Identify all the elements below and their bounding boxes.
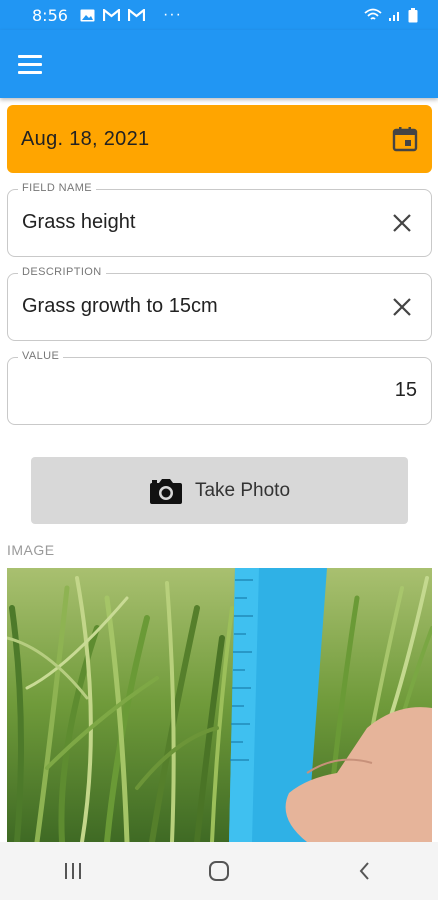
system-navigation-bar <box>0 842 438 900</box>
date-picker-field[interactable]: Aug. 18, 2021 <box>7 105 432 173</box>
app-bar <box>0 30 438 98</box>
more-notifications-icon: ··· <box>162 6 182 23</box>
description-label: DESCRIPTION <box>18 266 106 278</box>
back-icon[interactable] <box>335 851 395 891</box>
take-photo-button[interactable]: Take Photo <box>31 457 408 524</box>
status-time: 8:56 <box>32 5 68 25</box>
status-bar: 8:56 ··· <box>0 0 438 30</box>
wifi-icon <box>364 8 382 20</box>
description-value[interactable]: Grass growth to 15cm <box>22 295 218 318</box>
status-notification-icons: ··· <box>80 6 182 24</box>
clear-icon[interactable] <box>391 296 413 318</box>
date-value: Aug. 18, 2021 <box>21 127 150 150</box>
value-value[interactable]: 15 <box>395 379 417 402</box>
image-section-heading: IMAGE <box>7 542 55 558</box>
field-name-input[interactable]: FIELD NAME Grass height <box>7 182 432 257</box>
signal-icon <box>389 12 399 21</box>
recent-apps-icon[interactable] <box>43 851 103 891</box>
clear-icon[interactable] <box>391 212 413 234</box>
take-photo-label: Take Photo <box>194 479 291 501</box>
value-input[interactable]: VALUE 15 <box>7 350 432 425</box>
gallery-icon <box>80 9 95 21</box>
description-input[interactable]: DESCRIPTION Grass growth to 15cm <box>7 266 432 341</box>
grass-measurement-photo <box>7 568 432 842</box>
gmail-icon <box>102 8 120 21</box>
home-icon[interactable] <box>189 851 249 891</box>
field-name-label: FIELD NAME <box>18 182 97 194</box>
calendar-icon[interactable] <box>392 126 418 152</box>
value-label: VALUE <box>18 350 64 362</box>
status-system-icons <box>364 7 418 23</box>
hamburger-menu-icon[interactable] <box>18 50 52 78</box>
field-name-value[interactable]: Grass height <box>22 211 135 234</box>
battery-icon <box>408 7 418 22</box>
gmail-icon <box>127 8 145 21</box>
camera-icon <box>149 478 182 504</box>
